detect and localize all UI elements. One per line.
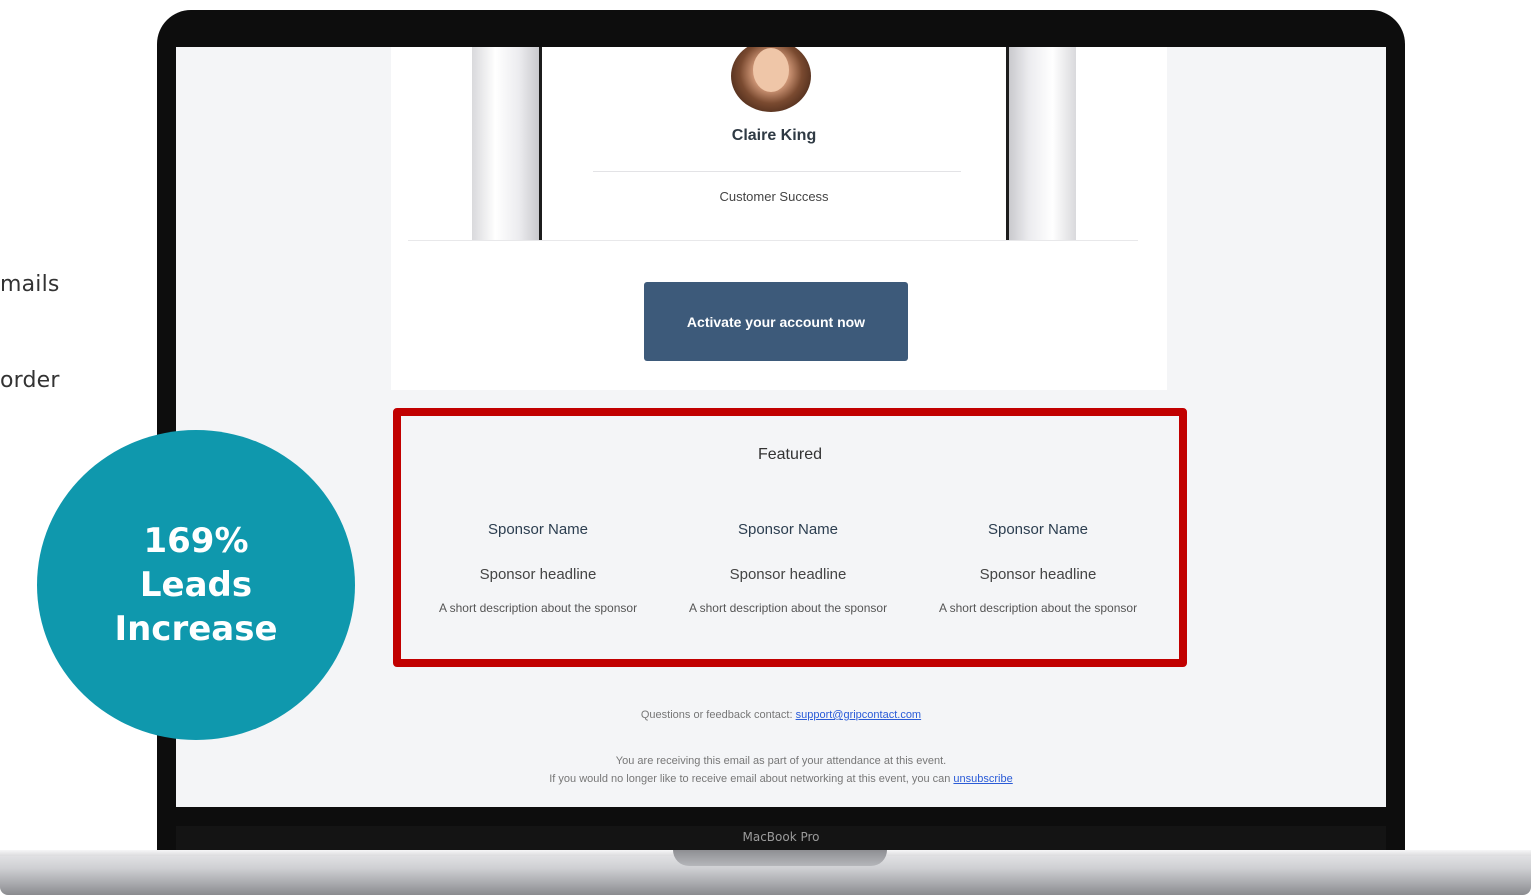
sponsor-description: A short description about the sponsor <box>438 601 638 615</box>
card-divider <box>408 240 1138 241</box>
laptop-notch <box>673 850 887 866</box>
footer-line3: If you would no longer like to receive e… <box>176 770 1386 788</box>
featured-section: Featured Sponsor Name Sponsor headline A… <box>393 408 1187 667</box>
marketing-stage: mails order Claire King Customer Success… <box>0 0 1531 895</box>
badge-leads: Leads <box>139 565 253 605</box>
sponsor-name: Sponsor Name <box>737 521 839 538</box>
profile-divider <box>593 171 961 172</box>
sponsor-description: A short description about the sponsor <box>688 601 888 615</box>
laptop-chin: MacBook Pro <box>176 826 1386 853</box>
support-email-link[interactable]: support@gripcontact.com <box>796 709 922 721</box>
sponsor-name: Sponsor Name <box>987 521 1089 538</box>
sponsor-card[interactable]: Sponsor Name Sponsor headline A short de… <box>913 521 1163 616</box>
badge-percent: 169% <box>143 521 249 561</box>
sponsor-headline: Sponsor headline <box>479 566 597 583</box>
sponsor-card[interactable]: Sponsor Name Sponsor headline A short de… <box>663 521 913 616</box>
footer-contact: Questions or feedback contact: support@g… <box>176 709 1386 721</box>
avatar-face <box>753 48 789 92</box>
sponsor-headline: Sponsor headline <box>979 566 1097 583</box>
featured-title: Featured <box>757 446 823 463</box>
badge-increase: Increase <box>114 609 278 649</box>
sponsor-description: A short description about the sponsor <box>938 601 1138 615</box>
phone-frame-right <box>1006 47 1076 240</box>
device-label: MacBook Pro <box>742 830 820 844</box>
footer-line2: You are receiving this email as part of … <box>615 755 947 767</box>
footer-contact-prefix: Questions or feedback contact: <box>640 709 793 721</box>
person-role: Customer Success <box>719 189 829 204</box>
side-text-line2: order <box>0 368 60 393</box>
sponsor-name: Sponsor Name <box>487 521 589 538</box>
side-text-line1: mails <box>0 272 60 297</box>
leads-increase-badge: 169% Leads Increase <box>37 430 355 740</box>
sponsor-headline: Sponsor headline <box>729 566 847 583</box>
activate-account-button[interactable]: Activate your account now <box>644 282 908 361</box>
footer-line3-prefix: If you would no longer like to receive e… <box>549 773 951 785</box>
footer-notice: You are receiving this email as part of … <box>176 752 1386 788</box>
unsubscribe-link[interactable]: unsubscribe <box>953 773 1012 785</box>
person-name: Claire King <box>731 127 817 144</box>
laptop-screen: Claire King Customer Success Activate yo… <box>176 47 1386 807</box>
sponsor-card[interactable]: Sponsor Name Sponsor headline A short de… <box>413 521 663 616</box>
phone-frame-left <box>472 47 542 240</box>
